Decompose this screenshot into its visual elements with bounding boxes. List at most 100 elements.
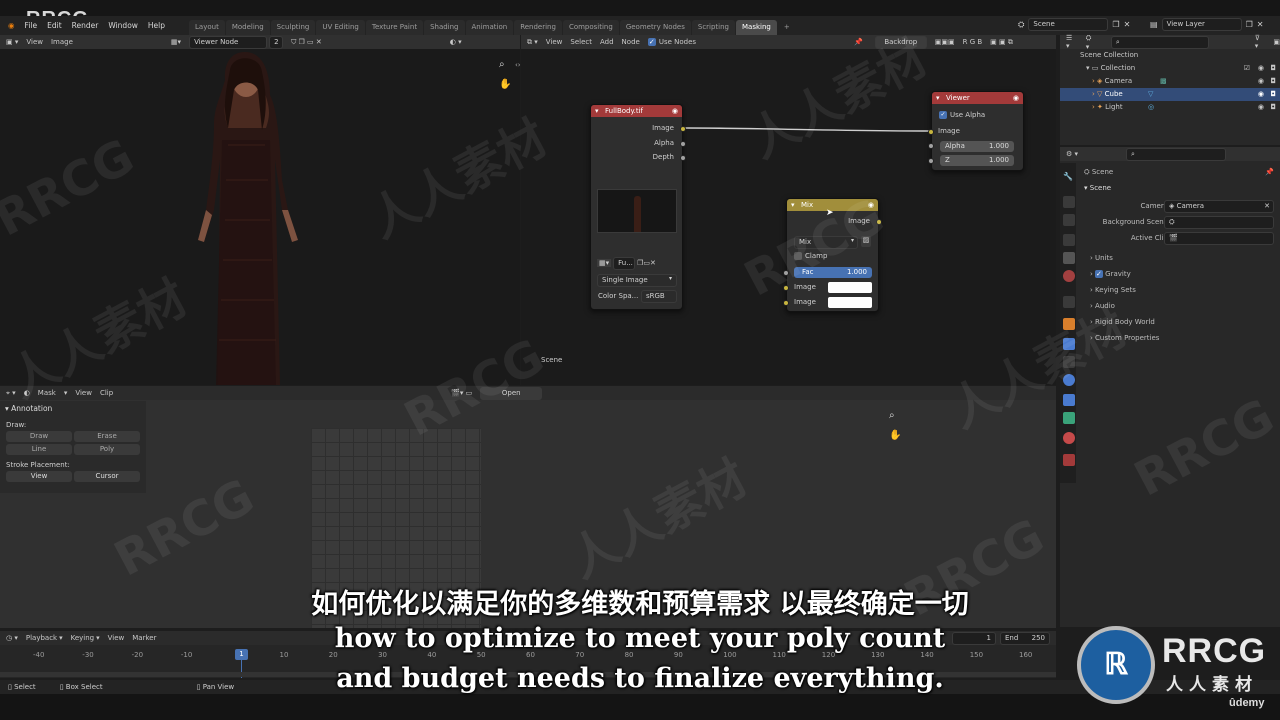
outliner-item-cube[interactable]: › ▽ Cube ▽ ◉ ◘ — [1060, 88, 1280, 101]
image-browse-icon[interactable]: ▦▾ — [171, 38, 181, 46]
menu-view[interactable]: View — [75, 389, 92, 397]
filter-icon[interactable]: ⊽ ▾ — [1255, 34, 1266, 50]
tab-masking[interactable]: Masking — [736, 20, 777, 35]
node-preview-icon[interactable]: ◉ — [868, 199, 874, 211]
use-nodes-label[interactable]: Use Nodes — [659, 38, 696, 46]
viewer-node[interactable]: Viewer ◉ ✓ Use Alpha Image Alpha 1.000 Z… — [928, 91, 1024, 171]
checkbox-icon[interactable]: ☑ — [1244, 62, 1250, 75]
alpha-field[interactable]: Alpha 1.000 — [940, 141, 1014, 152]
world-tab-icon[interactable] — [1063, 270, 1075, 282]
tab-shading[interactable]: Shading — [424, 20, 465, 35]
backdrop-options-icon[interactable]: ▣ ▣ ⧉ — [990, 38, 1013, 47]
tab-rendering[interactable]: Rendering — [514, 20, 562, 35]
clip-browse-icon[interactable]: 🎬▾ ▭ — [451, 389, 472, 397]
eye-icon[interactable]: ◉ — [1258, 88, 1264, 101]
new-collection-icon[interactable]: ▣ — [1273, 38, 1280, 46]
tool-tab-icon[interactable]: 🔧 — [1063, 172, 1075, 184]
tab-modeling[interactable]: Modeling — [225, 20, 270, 35]
close-icon[interactable]: ✕ — [1124, 20, 1131, 29]
view-layer-field[interactable]: View Layer — [1161, 18, 1242, 31]
tab-animation[interactable]: Animation — [465, 20, 514, 35]
open-button[interactable]: Open — [480, 386, 543, 400]
zoom-icon[interactable]: ⌕ — [499, 59, 505, 70]
output-depth-socket[interactable] — [680, 155, 686, 161]
mix-output-socket[interactable] — [876, 219, 882, 225]
image-slot-field[interactable]: 2 — [269, 35, 284, 49]
menu-select[interactable]: Select — [570, 38, 592, 46]
outliner-scene-collection[interactable]: Scene Collection — [1060, 49, 1280, 62]
editor-type-icon[interactable]: ▣ ▾ — [6, 38, 18, 46]
alpha-socket[interactable] — [928, 143, 934, 149]
menu-clip[interactable]: Clip — [100, 389, 113, 397]
tab-layout[interactable]: Layout — [189, 20, 225, 35]
texture-tab-icon[interactable] — [1063, 454, 1075, 466]
source-dropdown[interactable]: Single Image — [597, 274, 677, 287]
node-preview-icon[interactable]: ◉ — [672, 105, 678, 117]
mix-input1-color[interactable] — [828, 282, 872, 293]
clear-icon[interactable]: ✕ — [1264, 201, 1270, 212]
display-mode-icon[interactable]: ⛭ ▾ — [1086, 34, 1097, 51]
cursor-placement-button[interactable]: Cursor — [74, 471, 140, 482]
mix-input2-socket[interactable] — [783, 300, 789, 306]
use-alpha-toggle-icon[interactable]: ▨ — [861, 236, 871, 247]
outliner-item-collection[interactable]: ▾ ▭ Collection ☑ ◉ ◘ — [1060, 62, 1280, 75]
menu-render[interactable]: Render — [72, 21, 99, 30]
eye-icon[interactable]: ◉ — [1258, 101, 1264, 114]
menu-file[interactable]: File — [25, 21, 38, 30]
editor-type-icon[interactable]: ⧉ ▾ — [527, 38, 538, 47]
backdrop-button[interactable]: Backdrop — [874, 35, 927, 49]
modifier-tab-icon[interactable] — [1063, 338, 1075, 350]
z-field[interactable]: Z 1.000 — [940, 155, 1014, 166]
scene-panel-header[interactable]: ▾ Scene — [1060, 180, 1280, 196]
mix-input2-color[interactable] — [828, 297, 872, 308]
menu-view[interactable]: View — [26, 38, 43, 46]
view-placement-button[interactable]: View — [6, 471, 72, 482]
z-socket[interactable] — [928, 158, 934, 164]
add-workspace-button[interactable]: + — [778, 20, 796, 35]
mix-input1-socket[interactable] — [783, 285, 789, 291]
pin-icon[interactable]: 📌 — [854, 38, 863, 46]
image-browse-icon[interactable]: ▦▾ — [597, 259, 612, 267]
menu-add[interactable]: Add — [600, 38, 614, 46]
physics-tab-icon[interactable] — [1063, 374, 1075, 386]
sidebar-toggle-icon[interactable]: ‹› — [515, 61, 521, 69]
draw-button[interactable]: Draw — [6, 431, 72, 442]
image-node-header[interactable]: FullBody.tif ◉ — [591, 105, 682, 117]
image-node[interactable]: FullBody.tif ◉ Image Alpha Depth ▦▾ Fu..… — [590, 104, 686, 310]
copy-icon[interactable]: ❐ — [1246, 20, 1253, 29]
display-channels-icon[interactable]: ◐ ▾ — [450, 38, 462, 46]
tab-compositing[interactable]: Compositing — [562, 20, 619, 35]
file-actions-icon[interactable]: ❐▭✕ — [637, 259, 656, 267]
clamp-checkbox[interactable] — [794, 252, 802, 260]
menu-node[interactable]: Node — [622, 38, 640, 46]
render-tab-icon[interactable] — [1063, 196, 1075, 208]
poly-button[interactable]: Poly — [74, 444, 140, 455]
panel-audio[interactable]: › Audio — [1060, 298, 1280, 314]
active-clip-field[interactable]: 🎬 — [1164, 232, 1274, 245]
scene-field[interactable]: Scene — [1028, 18, 1109, 31]
material-tab-icon[interactable] — [1063, 432, 1075, 444]
editor-type-icon[interactable]: ⌖ ▾ — [6, 389, 16, 398]
copy-icon[interactable]: ❐ — [1112, 20, 1119, 29]
panel-gravity[interactable]: › ✓ Gravity — [1060, 266, 1280, 282]
scene-tab-icon[interactable] — [1063, 252, 1075, 264]
zoom-icon[interactable]: ⌕ — [889, 410, 895, 421]
image-file-field[interactable]: Fu... — [613, 256, 636, 270]
eye-icon[interactable]: ◉ — [1258, 75, 1264, 88]
menu-image[interactable]: Image — [51, 38, 73, 46]
camera-field[interactable]: ◈ Camera ✕ — [1164, 200, 1274, 213]
blend-type-dropdown[interactable]: Mix — [794, 236, 858, 249]
mask-mode-icon[interactable]: ◐ — [24, 389, 30, 397]
line-button[interactable]: Line — [6, 444, 72, 455]
menu-window[interactable]: Window — [108, 21, 138, 30]
outliner-search-input[interactable]: ⌕ — [1110, 35, 1209, 49]
constraints-tab-icon[interactable] — [1063, 394, 1075, 406]
tab-texture-paint[interactable]: Texture Paint — [365, 20, 424, 35]
camera-toggle-icon[interactable]: ◘ — [1270, 88, 1276, 101]
outliner-item-light[interactable]: › ✦ Light ◎ ◉ ◘ — [1060, 101, 1280, 114]
use-alpha-checkbox[interactable]: ✓ — [939, 111, 947, 119]
shield-icon[interactable]: ⛉ ❐ ▭ ✕ — [291, 38, 322, 47]
editor-type-icon[interactable]: ⚙ ▾ — [1066, 150, 1078, 158]
close-icon[interactable]: ✕ — [1257, 20, 1264, 29]
fac-socket[interactable] — [783, 270, 789, 276]
